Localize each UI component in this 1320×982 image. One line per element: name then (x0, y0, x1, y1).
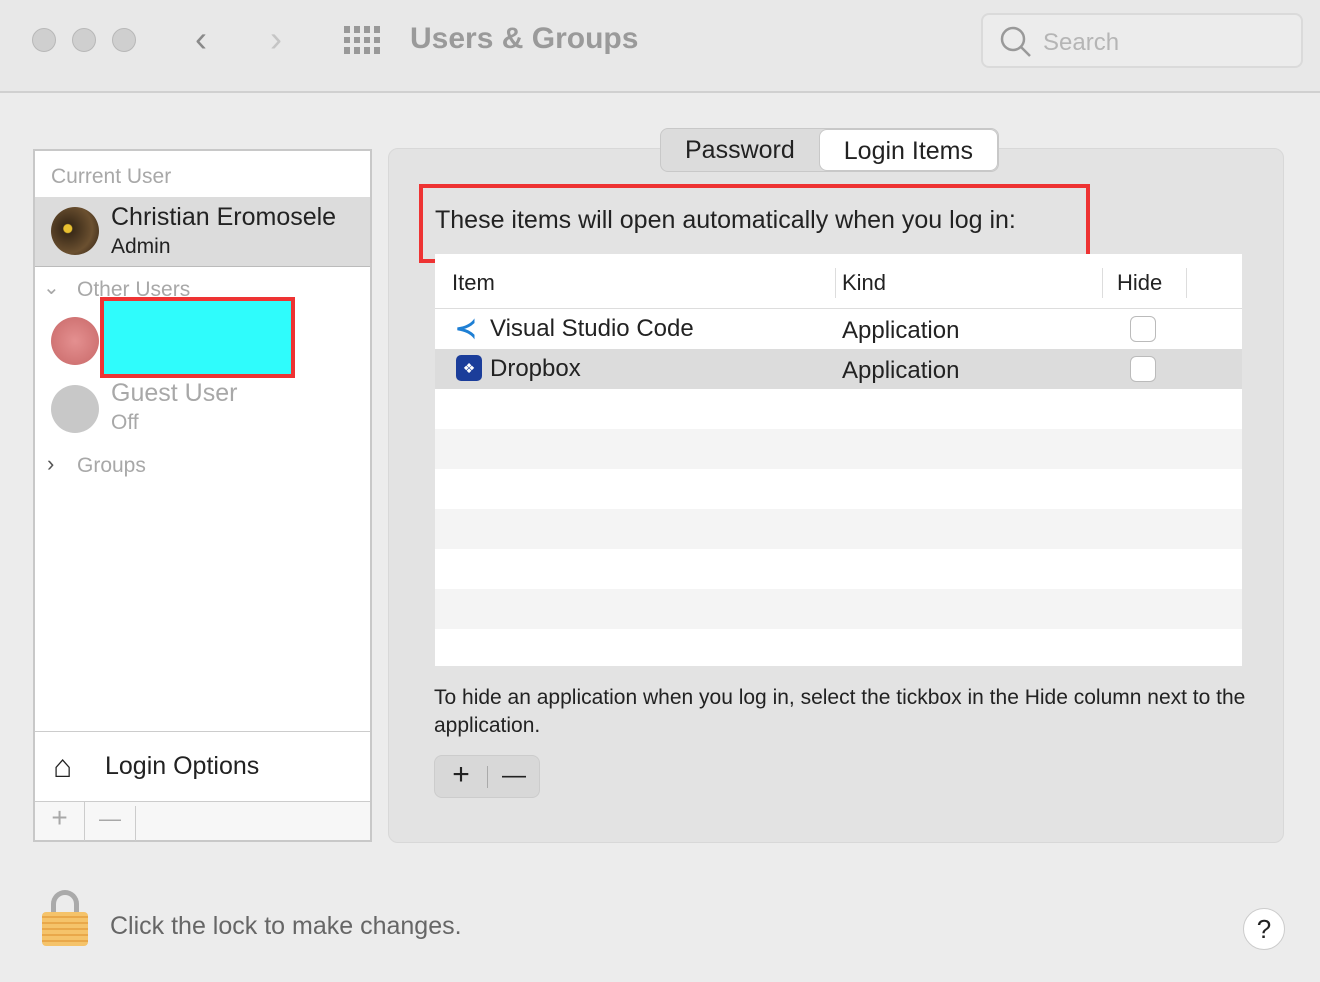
add-remove-control: + — (434, 755, 540, 798)
user-name: Christian Eromosele (111, 203, 337, 231)
login-items-table: Item Kind Hide ≺ Visual Studio Code Appl… (435, 254, 1242, 666)
heading: These items will open automatically when… (435, 206, 1016, 234)
groups-item[interactable]: Groups (77, 454, 146, 478)
back-button[interactable]: ‹ (195, 18, 207, 60)
search-input[interactable]: Search (981, 13, 1303, 68)
window-title: Users & Groups (410, 22, 639, 55)
item-name: Visual Studio Code (490, 315, 694, 342)
sidebar-bottom-bar: + — (35, 801, 370, 841)
guest-status: Off (111, 411, 139, 434)
current-user-row[interactable]: Christian Eromosele Admin (35, 197, 370, 267)
forward-button[interactable]: › (270, 18, 282, 60)
login-options-label: Login Options (105, 752, 260, 780)
grid-icon[interactable] (344, 26, 382, 54)
column-hide[interactable]: Hide (1117, 270, 1162, 296)
remove-user-button[interactable]: — (85, 806, 136, 841)
current-user-header: Current User (51, 165, 172, 188)
hide-checkbox[interactable] (1130, 356, 1156, 382)
column-item[interactable]: Item (452, 270, 495, 296)
help-button[interactable]: ? (1243, 908, 1285, 950)
tab-bar: Password Login Items (660, 128, 1000, 172)
item-name: Dropbox (490, 355, 581, 382)
minimize-button[interactable] (72, 28, 96, 52)
guest-user[interactable]: Guest User (111, 379, 237, 408)
house-icon: ⌂ (53, 748, 73, 784)
search-icon (1000, 26, 1031, 57)
item-kind: Application (842, 357, 960, 384)
add-user-button[interactable]: + (35, 802, 85, 841)
lock-icon[interactable] (42, 890, 88, 946)
vscode-icon: ≺ (455, 313, 477, 343)
remove-item-button[interactable]: — (488, 762, 540, 790)
login-options[interactable]: ⌂ Login Options (35, 731, 370, 801)
avatar (51, 207, 99, 255)
search-placeholder: Search (1043, 29, 1120, 56)
chevron-down-icon[interactable]: ⌄ (43, 275, 60, 300)
redacted-user[interactable] (100, 297, 295, 378)
hint-text: To hide an application when you log in, … (434, 686, 1246, 737)
table-body: ≺ Visual Studio Code Application ❖ Dropb… (435, 309, 1242, 629)
users-sidebar: Current User Christian Eromosele Admin ⌄… (33, 149, 372, 842)
chevron-right-icon[interactable]: › (47, 451, 54, 477)
tab-login-items[interactable]: Login Items (818, 129, 999, 171)
avatar (51, 317, 99, 365)
column-kind[interactable]: Kind (842, 270, 886, 296)
guest-avatar (51, 385, 99, 433)
lock-text: Click the lock to make changes. (110, 912, 462, 940)
zoom-button[interactable] (112, 28, 136, 52)
table-header: Item Kind Hide (435, 254, 1242, 309)
toolbar: ‹ › Users & Groups Search (0, 0, 1320, 93)
add-item-button[interactable]: + (435, 758, 487, 792)
dropbox-icon: ❖ (456, 355, 482, 381)
hide-checkbox[interactable] (1130, 316, 1156, 342)
close-button[interactable] (32, 28, 56, 52)
table-row[interactable]: ❖ Dropbox Application (435, 349, 1242, 389)
item-kind: Application (842, 317, 960, 344)
user-role: Admin (111, 235, 171, 258)
tab-password[interactable]: Password (661, 129, 819, 171)
table-row[interactable]: ≺ Visual Studio Code Application (435, 309, 1242, 349)
